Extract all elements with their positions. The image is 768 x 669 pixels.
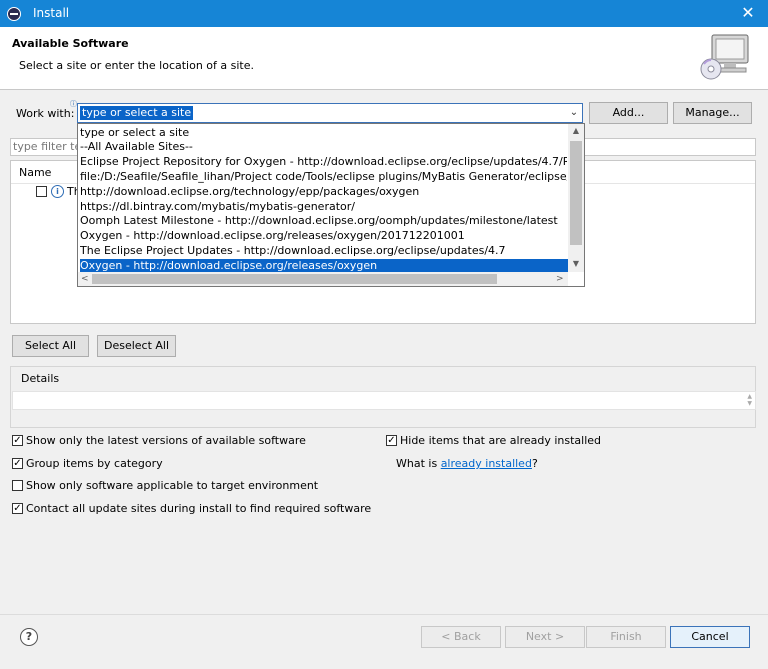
- scroll-up-icon[interactable]: ▲: [568, 126, 584, 135]
- back-button[interactable]: < Back: [421, 626, 501, 648]
- dropdown-item[interactable]: type or select a site: [80, 126, 567, 140]
- page-title: Available Software: [12, 37, 129, 50]
- hide-installed-label[interactable]: Hide items that are already installed: [400, 434, 601, 447]
- filter-placeholder: type filter te: [13, 140, 82, 153]
- window-title: Install: [33, 6, 70, 20]
- window-titlebar: Install ✕: [0, 0, 768, 27]
- manage-sites-button[interactable]: Manage...: [673, 102, 752, 124]
- dropdown-item[interactable]: --All Available Sites--: [80, 140, 567, 154]
- hide-installed-checkbox[interactable]: ✓: [386, 435, 397, 446]
- scroll-right-icon[interactable]: >: [556, 272, 564, 286]
- details-text-area[interactable]: ▲ ▼: [12, 391, 756, 410]
- horizontal-scroll-thumb[interactable]: [92, 274, 497, 284]
- wizard-header: Available Software Select a site or ente…: [0, 27, 768, 89]
- dropdown-item[interactable]: https://dl.bintray.com/mybatis/mybatis-g…: [80, 200, 567, 214]
- next-button[interactable]: Next >: [505, 626, 585, 648]
- applicable-only-checkbox[interactable]: [12, 480, 23, 491]
- work-with-combo[interactable]: type or select a site ⌄: [77, 103, 583, 123]
- details-scroll-icon[interactable]: ▲ ▼: [747, 393, 752, 407]
- group-by-category-label[interactable]: Group items by category: [26, 457, 163, 470]
- what-is-prefix: What is: [396, 457, 441, 470]
- dropdown-item[interactable]: file:/D:/Seafile/Seafile_lihan/Project c…: [80, 170, 567, 184]
- dropdown-item[interactable]: The Eclipse Project Updates - http://dow…: [80, 244, 567, 258]
- contact-all-checkbox[interactable]: ✓: [12, 503, 23, 514]
- dropdown-horizontal-scrollbar[interactable]: < >: [78, 272, 568, 286]
- what-is-suffix: ?: [531, 457, 538, 470]
- dropdown-item[interactable]: Oomph Latest Milestone - http://download…: [80, 214, 567, 228]
- what-is-installed-text: What is already installed?: [396, 457, 538, 470]
- dropdown-vertical-scrollbar[interactable]: ▲ ▼: [568, 124, 584, 272]
- finish-button[interactable]: Finish: [586, 626, 666, 648]
- help-icon[interactable]: ?: [20, 628, 38, 646]
- footer-separator: [0, 614, 768, 615]
- select-all-button[interactable]: Select All: [12, 335, 89, 357]
- already-installed-link[interactable]: already installed: [441, 457, 532, 470]
- dropdown-item[interactable]: Eclipse Project Repository for Oxygen - …: [80, 155, 567, 169]
- scroll-left-icon[interactable]: <: [81, 272, 89, 286]
- chevron-down-icon[interactable]: ⌄: [566, 104, 582, 122]
- monitor-cd-icon: [700, 34, 749, 80]
- tree-row-checkbox[interactable]: [36, 186, 47, 197]
- dropdown-item-selected[interactable]: Oxygen - http://download.eclipse.org/rel…: [80, 259, 568, 273]
- close-icon[interactable]: ✕: [736, 2, 760, 24]
- dropdown-item[interactable]: http://download.eclipse.org/technology/e…: [80, 185, 567, 199]
- dropdown-item[interactable]: Oxygen - http://download.eclipse.org/rel…: [80, 229, 567, 243]
- scroll-down-icon[interactable]: ▼: [568, 259, 584, 268]
- deselect-all-button[interactable]: Deselect All: [97, 335, 176, 357]
- vertical-scroll-thumb[interactable]: [570, 141, 582, 245]
- page-description: Select a site or enter the location of a…: [19, 59, 255, 72]
- group-by-category-checkbox[interactable]: ✓: [12, 458, 23, 469]
- info-decoration-icon: ⓘ: [70, 100, 77, 108]
- eclipse-app-icon: [7, 7, 21, 21]
- show-latest-label[interactable]: Show only the latest versions of availab…: [26, 434, 306, 447]
- site-dropdown-list[interactable]: type or select a site --All Available Si…: [77, 123, 585, 287]
- applicable-only-label[interactable]: Show only software applicable to target …: [26, 479, 318, 492]
- details-label: Details: [19, 372, 62, 385]
- work-with-input[interactable]: type or select a site: [80, 106, 194, 120]
- cancel-button[interactable]: Cancel: [670, 626, 750, 648]
- work-with-label: Work with:: [16, 107, 75, 120]
- add-site-button[interactable]: Add...: [589, 102, 668, 124]
- show-latest-checkbox[interactable]: ✓: [12, 435, 23, 446]
- contact-all-label[interactable]: Contact all update sites during install …: [26, 502, 371, 515]
- column-header-name[interactable]: Name: [19, 166, 51, 179]
- info-icon: i: [51, 185, 64, 198]
